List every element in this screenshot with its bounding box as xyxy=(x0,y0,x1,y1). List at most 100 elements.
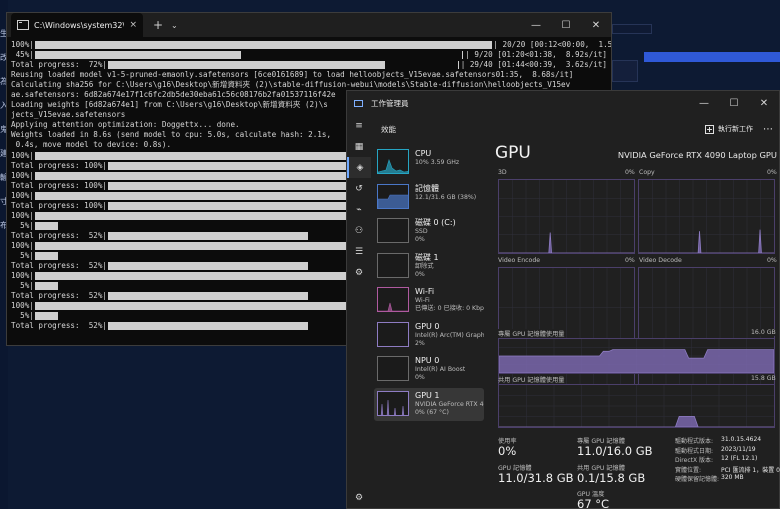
property-value: 320 MB xyxy=(721,474,744,481)
task-manager-titlebar[interactable]: 工作管理員 — ☐ ✕ xyxy=(347,91,779,115)
close-button[interactable]: ✕ xyxy=(749,91,779,115)
shared-memory-max: 15.8 GB xyxy=(751,375,776,382)
device-item[interactable]: GPU 0Intel(R) Arc(TM) Graphics2% xyxy=(374,319,484,352)
property-value: 2023/11/19 xyxy=(721,445,756,453)
new-tab-button[interactable]: + xyxy=(151,18,165,32)
details-icon[interactable]: ☰ xyxy=(347,241,371,262)
close-tab-icon[interactable]: × xyxy=(129,20,137,30)
performance-icon[interactable]: ◈ xyxy=(347,157,371,178)
device-line1: Intel(R) Arc(TM) Graphics xyxy=(415,331,484,339)
device-item[interactable]: 記憶體 12.1/31.6 GB (38%) xyxy=(374,181,484,214)
progress-bar xyxy=(108,231,308,240)
run-task-icon xyxy=(705,124,714,134)
device-name: CPU xyxy=(415,149,432,158)
dedicated-memory-caption: 專屬 GPU 記憶體使用量 xyxy=(498,329,565,338)
device-sparkline xyxy=(378,323,409,347)
property-key: 實體位置: xyxy=(675,466,702,474)
device-name: 磁碟 1 xyxy=(415,252,439,262)
progress-label: 5%| xyxy=(11,311,34,321)
property-key: DirectX 版本: xyxy=(675,457,714,464)
dedicated-memory-chart xyxy=(498,338,775,374)
settings-icon[interactable]: ⚙ xyxy=(347,487,371,508)
device-thumbnail xyxy=(377,321,409,347)
progress-track xyxy=(34,51,464,60)
progress-bar xyxy=(108,292,308,301)
device-thumbnail xyxy=(377,287,409,312)
device-name: 記憶體 xyxy=(415,183,439,193)
device-name: GPU 0 xyxy=(415,321,440,331)
maximize-button[interactable]: ☐ xyxy=(719,91,749,115)
run-new-task-button[interactable]: 執行新工作 xyxy=(705,124,753,134)
progress-label: Total progress: 100%| xyxy=(11,200,108,210)
device-sparkline-area xyxy=(380,399,405,415)
gpu-model: NVIDIA GeForce RTX 4090 Laptop GPU xyxy=(617,150,777,160)
progress-label: 5%| xyxy=(11,250,34,260)
device-text: Wi-Fi Wi-Fi 已傳送: 0 已接收: 0 Kbps xyxy=(415,287,484,313)
property-value: PCI 匯流排 1，裝置 0，... xyxy=(721,466,780,474)
history-icon[interactable]: ↺ xyxy=(347,178,371,199)
desktop-top-accent xyxy=(644,52,780,62)
startup-icon[interactable]: ⌁ xyxy=(347,199,371,220)
progress-label: 45%| xyxy=(11,50,34,60)
progress-label: 100%| xyxy=(11,210,34,220)
maximize-button[interactable]: ☐ xyxy=(551,13,581,37)
progress-stats: | 9/20 [01:20<01:38, 8.92s/it] xyxy=(465,50,607,60)
device-thumbnail xyxy=(377,390,409,416)
progress-bar xyxy=(34,51,241,60)
device-item[interactable]: NPU 0 Intel(R) AI Boost 0% xyxy=(374,353,484,386)
device-sparkline-area xyxy=(378,159,408,173)
close-button[interactable]: ✕ xyxy=(581,13,611,37)
device-line2: 0% (67 °C) xyxy=(415,408,449,416)
progress-line: 45%| | 9/20 [01:20<01:38, 8.92s/it] xyxy=(11,50,607,60)
minimize-button[interactable]: — xyxy=(689,91,719,115)
progress-bar xyxy=(34,221,58,230)
device-item[interactable]: Wi-Fi Wi-Fi 已傳送: 0 已接收: 0 Kbps xyxy=(374,284,484,317)
device-item[interactable]: 磁碟 0 (C:) SSD 0% xyxy=(374,215,484,248)
device-text: 磁碟 1 卸除式 0% xyxy=(415,253,439,279)
processes-icon[interactable]: ▦ xyxy=(347,136,371,157)
engine-copy-pct: 0% xyxy=(767,169,777,176)
cmd-tab[interactable]: C:\Windows\system32\cmd.e × xyxy=(11,13,143,37)
tab-dropdown-icon[interactable]: ⌄ xyxy=(171,21,178,30)
device-name: 磁碟 0 (C:) xyxy=(415,218,456,227)
device-item[interactable]: CPU 10% 3.59 GHz xyxy=(374,146,484,179)
task-manager-icon xyxy=(354,99,363,107)
shared-memory-value: 0.1/15.8 GB xyxy=(577,471,646,485)
terminal-icon xyxy=(17,20,29,30)
device-name: NPU 0 xyxy=(415,356,440,365)
device-item[interactable]: GPU 1NVIDIA GeForce RTX 40900% (67 °C) xyxy=(374,387,484,421)
progress-label: 100%| xyxy=(11,40,34,49)
property-key: 驅動程式日期: xyxy=(675,447,714,455)
progress-label: Total progress: 52%| xyxy=(11,230,108,240)
device-thumbnail xyxy=(377,356,409,381)
progress-label: 5%| xyxy=(11,281,34,291)
property-key: 硬體保留記憶體: xyxy=(675,476,720,483)
progress-bar xyxy=(34,252,58,260)
dedicated-memory-value: 11.0/16.0 GB xyxy=(577,444,653,458)
engine-decode-pct: 0% xyxy=(767,257,777,264)
engine-encode-label: Video Encode xyxy=(498,257,541,264)
engine-copy-chart xyxy=(638,179,775,254)
device-sparkline xyxy=(378,302,408,311)
chart-plot xyxy=(499,180,634,253)
device-text: 記憶體 12.1/31.6 GB (38%) xyxy=(415,184,476,210)
device-sparkline xyxy=(380,399,405,415)
progress-line: 100%| | 20/20 [00:12<00:00, 1.54it/s] xyxy=(11,40,611,50)
engine-encode-pct: 0% xyxy=(625,257,635,264)
device-item[interactable]: 磁碟 1 卸除式 0% xyxy=(374,250,484,283)
cmd-tab-title: C:\Windows\system32\cmd.e xyxy=(34,20,124,30)
services-icon[interactable]: ⚙ xyxy=(347,262,371,283)
shared-memory-caption: 共用 GPU 記憶體使用量 xyxy=(498,377,565,384)
gpu-detail-panel: GPU NVIDIA GeForce RTX 4090 Laptop GPU 3… xyxy=(495,143,780,509)
chart-plot xyxy=(499,385,774,427)
menu-icon[interactable]: ≡ xyxy=(347,115,371,136)
cmd-titlebar[interactable]: C:\Windows\system32\cmd.e × + ⌄ — ☐ ✕ xyxy=(7,13,611,37)
progress-label: Total progress: 100%| xyxy=(11,180,108,190)
task-manager-window[interactable]: 工作管理員 — ☐ ✕ ≡ ▦ ◈ ↺ ⌁ ⚇ ☰ ⚙ ⚙ 效能 執行新工作 ⋯ CPU 10% … xyxy=(346,90,780,509)
device-line1: NVIDIA GeForce RTX 4090 xyxy=(415,400,484,408)
progress-bar xyxy=(34,312,58,321)
more-options-icon[interactable]: ⋯ xyxy=(763,124,773,135)
minimize-button[interactable]: — xyxy=(521,13,551,37)
users-icon[interactable]: ⚇ xyxy=(347,220,371,241)
dedicated-memory-max: 16.0 GB xyxy=(751,329,776,336)
